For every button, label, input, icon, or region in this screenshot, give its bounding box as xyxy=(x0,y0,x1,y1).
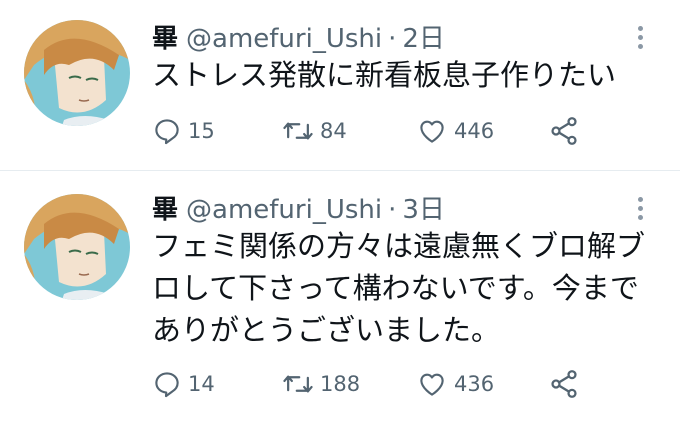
retweet-count: 188 xyxy=(320,372,361,396)
tweet-text-line: ロして下さって構わないです。今まで xyxy=(152,271,639,305)
tweet-text-line: フェミ関係の方々は遠慮無くブロ解ブ xyxy=(152,229,646,263)
retweet-button[interactable]: 84 xyxy=(282,114,347,148)
share-icon xyxy=(551,117,577,145)
tweet-text: ストレス発散に新看板息子作りたい xyxy=(152,54,616,96)
tweet-text: フェミ関係の方々は遠慮無くブロ解ブ ロして下さって構わないです。今まで ありがと… xyxy=(152,225,645,351)
retweet-button[interactable]: 188 xyxy=(282,367,360,401)
like-button[interactable]: 446 xyxy=(416,114,494,148)
tweet[interactable]: 畢 @amefuri_Ushi · 3日 フェミ関係の方々は遠慮無くブロ解ブ ロして下… xyxy=(0,171,680,422)
tweet[interactable]: 畢 @amefuri_Ushi · 2日 ストレス発散に新看板息子作りたい 15 84… xyxy=(0,0,680,170)
timestamp[interactable]: 2日 xyxy=(402,24,445,54)
like-icon xyxy=(420,120,444,143)
retweet-count: 84 xyxy=(320,119,347,143)
separator-dot: · xyxy=(388,24,397,54)
reply-count: 14 xyxy=(188,372,215,396)
like-count: 446 xyxy=(454,119,495,143)
display-name[interactable]: 畢 xyxy=(152,24,178,54)
more-options-icon[interactable] xyxy=(632,22,648,56)
share-button[interactable] xyxy=(548,114,580,148)
like-button[interactable]: 436 xyxy=(416,367,494,401)
tweet-text-line: ありがとうございました。 xyxy=(152,313,501,347)
user-handle[interactable]: @amefuri_Ushi xyxy=(186,195,382,225)
avatar[interactable] xyxy=(24,20,130,126)
retweet-icon xyxy=(283,375,313,393)
display-name[interactable]: 畢 xyxy=(152,195,178,225)
tweet-text-line: ストレス発散に新看板息子作りたい xyxy=(152,58,617,92)
reply-button[interactable]: 15 xyxy=(152,114,215,148)
reply-count: 15 xyxy=(188,119,215,143)
reply-icon xyxy=(155,119,179,145)
share-button[interactable] xyxy=(548,367,580,401)
separator-dot: · xyxy=(388,195,397,225)
like-count: 436 xyxy=(454,372,495,396)
retweet-icon xyxy=(283,122,313,140)
share-icon xyxy=(551,370,577,398)
tweet-header: 畢 @amefuri_Ushi · 3日 xyxy=(152,193,445,227)
more-options-icon[interactable] xyxy=(632,193,648,227)
user-handle[interactable]: @amefuri_Ushi xyxy=(186,24,382,54)
tweet-header: 畢 @amefuri_Ushi · 2日 xyxy=(152,22,445,56)
avatar[interactable] xyxy=(24,194,130,300)
timestamp[interactable]: 3日 xyxy=(402,195,445,225)
like-icon xyxy=(420,373,444,396)
tweet-actions: 15 84 446 xyxy=(152,114,592,148)
reply-button[interactable]: 14 xyxy=(152,367,215,401)
tweet-actions: 14 188 436 xyxy=(152,367,592,401)
reply-icon xyxy=(155,372,179,398)
